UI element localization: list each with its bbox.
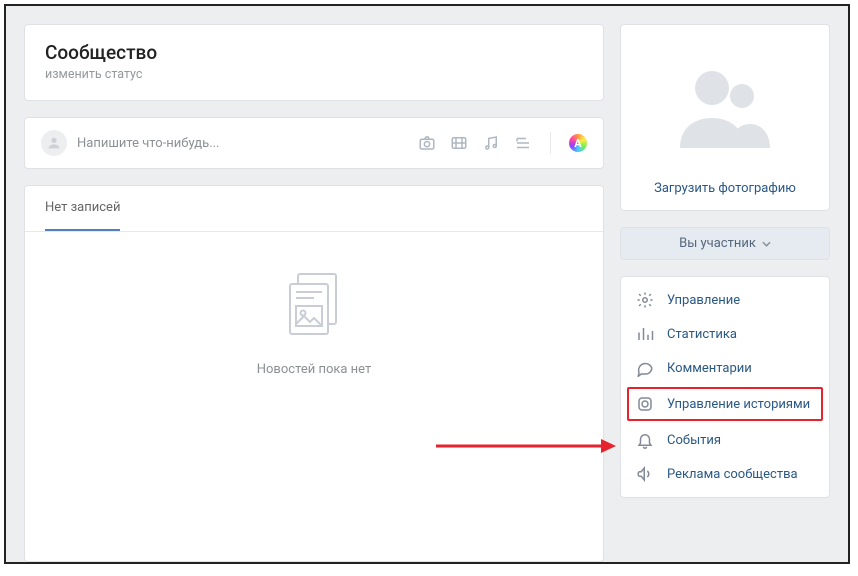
menu-label: Комментарии bbox=[667, 361, 752, 376]
posts-section: Нет записей Новостей пока нет bbox=[24, 185, 604, 562]
composer-placeholder: Напишите что-нибудь... bbox=[77, 136, 418, 151]
stats-icon bbox=[635, 325, 655, 343]
menu-item-ads[interactable]: Реклама сообщества bbox=[621, 457, 829, 491]
chevron-down-icon bbox=[762, 241, 771, 247]
community-header: Сообщество изменить статус bbox=[24, 24, 604, 101]
community-title: Сообщество bbox=[45, 41, 583, 64]
menu-item-stats[interactable]: Статистика bbox=[621, 317, 829, 351]
membership-label: Вы участник bbox=[679, 236, 756, 251]
video-icon[interactable] bbox=[450, 134, 468, 152]
menu-label: Управление историями bbox=[667, 397, 810, 412]
user-avatar-icon bbox=[41, 130, 67, 156]
music-icon[interactable] bbox=[482, 134, 500, 152]
empty-message: Новостей пока нет bbox=[257, 362, 372, 377]
menu-item-stories-manage[interactable]: Управление историями bbox=[627, 387, 823, 421]
menu-item-manage[interactable]: Управление bbox=[621, 283, 829, 317]
gear-icon bbox=[635, 291, 655, 309]
change-status-link[interactable]: изменить статус bbox=[45, 67, 583, 82]
menu-label: Реклама сообщества bbox=[667, 467, 798, 482]
menu-label: Статистика bbox=[667, 327, 737, 342]
membership-button[interactable]: Вы участник bbox=[620, 227, 830, 260]
menu-label: События bbox=[667, 433, 721, 448]
upload-photo-link[interactable]: Загрузить фотографию bbox=[635, 181, 815, 196]
megaphone-icon bbox=[635, 465, 655, 483]
article-icon[interactable] bbox=[514, 134, 532, 152]
post-composer[interactable]: Напишите что-нибудь... A bbox=[24, 117, 604, 169]
tab-no-posts[interactable]: Нет записей bbox=[45, 186, 120, 231]
camera-icon[interactable] bbox=[418, 134, 436, 152]
menu-label: Управление bbox=[667, 293, 740, 308]
menu-item-events[interactable]: События bbox=[621, 423, 829, 457]
bell-icon bbox=[635, 431, 655, 449]
poster-icon[interactable]: A bbox=[569, 134, 587, 152]
stories-icon bbox=[635, 395, 655, 413]
menu-item-comments[interactable]: Комментарии bbox=[621, 351, 829, 385]
empty-posts-icon bbox=[286, 272, 342, 338]
community-photo-card: Загрузить фотографию bbox=[620, 24, 830, 211]
separator bbox=[550, 132, 551, 154]
comment-icon bbox=[635, 359, 655, 377]
group-avatar-placeholder-icon bbox=[665, 45, 785, 165]
admin-menu: Управление Статистика Комментарии Управл… bbox=[620, 276, 830, 498]
